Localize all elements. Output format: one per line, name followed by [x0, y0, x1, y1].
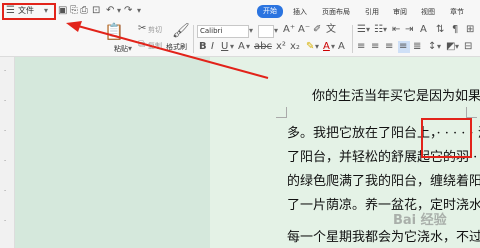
annotation-arrow-head: [66, 21, 82, 32]
annotation-arrow: [66, 21, 269, 79]
annotation-arrow-line: [77, 25, 269, 79]
